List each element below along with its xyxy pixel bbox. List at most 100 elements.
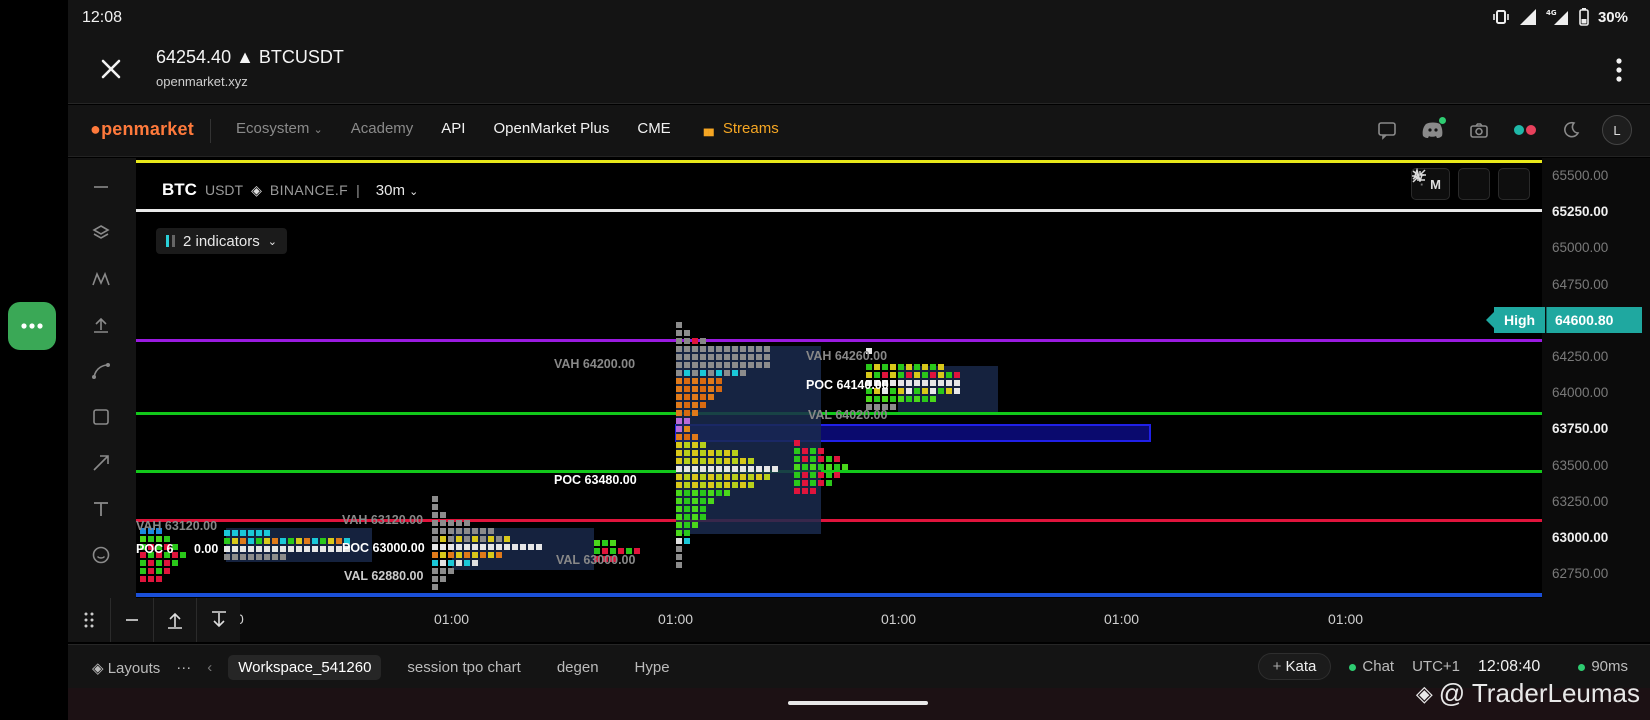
more-vert-icon[interactable] bbox=[1614, 56, 1624, 84]
scroll-up-icon[interactable] bbox=[154, 598, 197, 642]
chat-bubble-button[interactable] bbox=[8, 302, 56, 350]
drag-handle-icon[interactable] bbox=[68, 598, 111, 642]
home-indicator[interactable] bbox=[788, 701, 928, 705]
tpo-cell bbox=[708, 370, 714, 376]
text-tool-icon[interactable] bbox=[88, 496, 114, 522]
page-url: openmarket.xyz bbox=[156, 74, 248, 89]
tpo-cell bbox=[156, 568, 162, 574]
more-button[interactable]: ··· bbox=[176, 659, 191, 676]
tpo-cell bbox=[432, 536, 438, 542]
tpo-cell bbox=[930, 396, 936, 402]
timeframe-select[interactable]: 30m ⌄ bbox=[376, 182, 419, 199]
tab-hype[interactable]: Hype bbox=[625, 655, 680, 680]
tab-session-tpo[interactable]: session tpo chart bbox=[397, 655, 530, 680]
tpo-cell bbox=[834, 472, 840, 478]
tpo-cell bbox=[312, 538, 318, 544]
tab-degen[interactable]: degen bbox=[547, 655, 609, 680]
pattern-tool-icon[interactable] bbox=[88, 266, 114, 292]
chevron-down-icon: ⌄ bbox=[313, 124, 323, 136]
discord-icon[interactable] bbox=[1418, 115, 1448, 145]
chevron-left-icon[interactable]: ‹ bbox=[207, 659, 212, 676]
rectangle-tool-icon[interactable] bbox=[88, 404, 114, 430]
nav-divider bbox=[210, 119, 211, 143]
tpo-cell bbox=[946, 380, 952, 386]
close-icon[interactable] bbox=[96, 54, 126, 84]
tpo-cell bbox=[676, 402, 682, 408]
tpo-cell bbox=[802, 480, 808, 486]
tpo-cell bbox=[272, 538, 278, 544]
tpo-cell bbox=[922, 396, 928, 402]
chat-button[interactable]: Chat bbox=[1349, 658, 1394, 675]
tpo-cell bbox=[496, 552, 502, 558]
chart-plot: VAH 63120.00 POC 6 0.00 VAH 63120.00 POC… bbox=[136, 160, 1542, 597]
tpo-cell bbox=[724, 362, 730, 368]
nav-ecosystem[interactable]: Ecosystem ⌄ bbox=[236, 120, 323, 137]
tpo-cell bbox=[232, 546, 238, 552]
time-axis[interactable]: 0 01:00 01:00 01:00 01:00 01:00 bbox=[136, 598, 1650, 642]
logo[interactable]: ●penmarket bbox=[90, 119, 194, 140]
chart-canvas[interactable]: VAH 63120.00 POC 6 0.00 VAH 63120.00 POC… bbox=[136, 158, 1542, 598]
tpo-cell bbox=[716, 370, 722, 376]
indicators-dropdown[interactable]: 2 indicators ⌄ bbox=[156, 228, 287, 254]
tpo-cell bbox=[882, 396, 888, 402]
symbol-header[interactable]: BTC USDT ◈ BINANCE.F | 30m ⌄ bbox=[162, 180, 418, 200]
tpo-cell bbox=[528, 544, 534, 550]
collapse-button[interactable] bbox=[1412, 168, 1530, 200]
feedback-icon[interactable] bbox=[1372, 115, 1402, 145]
scroll-down-icon[interactable] bbox=[197, 598, 240, 642]
tab-workspace[interactable]: Workspace_541260 bbox=[228, 655, 382, 680]
layouts-button[interactable]: ◈ Layouts bbox=[92, 659, 160, 677]
tpo-cell bbox=[874, 396, 880, 402]
nav-streams[interactable]: ▗▖ Streams bbox=[699, 120, 779, 137]
arrow-tool-icon[interactable] bbox=[88, 450, 114, 476]
time-tick: 01:00 bbox=[1104, 611, 1140, 627]
curve-tool-icon[interactable] bbox=[88, 358, 114, 384]
tpo-cell bbox=[866, 364, 872, 370]
emoji-tool-icon[interactable] bbox=[88, 542, 114, 568]
tpo-cell bbox=[826, 456, 832, 462]
color-theme-icon[interactable] bbox=[1510, 115, 1540, 145]
tpo-cell bbox=[440, 560, 446, 566]
nav-cme[interactable]: CME bbox=[637, 120, 670, 137]
label-vah-3: VAH 64200.00 bbox=[554, 357, 635, 371]
tpo-cell bbox=[684, 426, 690, 432]
tpo-cell bbox=[440, 576, 446, 582]
upload-icon[interactable] bbox=[88, 312, 114, 338]
tpo-cell bbox=[288, 546, 294, 552]
tpo-cell bbox=[700, 498, 706, 504]
tpo-cell bbox=[898, 372, 904, 378]
moon-icon[interactable] bbox=[1556, 115, 1586, 145]
camera-icon[interactable] bbox=[1464, 115, 1494, 145]
terminal-button[interactable] bbox=[1412, 168, 1490, 200]
label-val-2: VAL 62880.00 bbox=[344, 569, 424, 583]
tpo-cell bbox=[708, 386, 714, 392]
tpo-cell bbox=[890, 404, 896, 410]
tpo-cell bbox=[676, 498, 682, 504]
nav-academy[interactable]: Academy bbox=[351, 120, 414, 137]
tpo-cell bbox=[676, 530, 682, 536]
tpo-cell bbox=[684, 466, 690, 472]
tpo-cell bbox=[432, 584, 438, 590]
tpo-cell bbox=[708, 362, 714, 368]
line-tool-icon[interactable] bbox=[88, 174, 114, 200]
tpo-cell bbox=[708, 482, 714, 488]
header-separator: | bbox=[356, 182, 360, 198]
kata-button[interactable]: + Kata bbox=[1257, 653, 1332, 680]
tpo-cell bbox=[440, 568, 446, 574]
price-axis[interactable]: 65500.00 65250.00 65000.00 64750.00 64600.80… bbox=[1542, 158, 1650, 598]
tpo-cell bbox=[488, 536, 494, 542]
tpo-cell bbox=[724, 466, 730, 472]
nav-openmarket-plus[interactable]: OpenMarket Plus bbox=[493, 120, 609, 137]
timezone[interactable]: UTC+1 bbox=[1412, 658, 1460, 675]
avatar[interactable]: L bbox=[1602, 115, 1632, 145]
nav-api[interactable]: API bbox=[441, 120, 465, 137]
tpo-cell bbox=[700, 490, 706, 496]
signal-icon bbox=[1519, 9, 1536, 25]
tpo-cell bbox=[938, 380, 944, 386]
zoom-out-icon[interactable] bbox=[111, 598, 154, 642]
tpo-cell bbox=[676, 410, 682, 416]
tpo-cell bbox=[700, 482, 706, 488]
tpo-cell bbox=[748, 466, 754, 472]
layers-icon[interactable] bbox=[88, 220, 114, 246]
logo-flame-icon: ● bbox=[90, 119, 102, 139]
